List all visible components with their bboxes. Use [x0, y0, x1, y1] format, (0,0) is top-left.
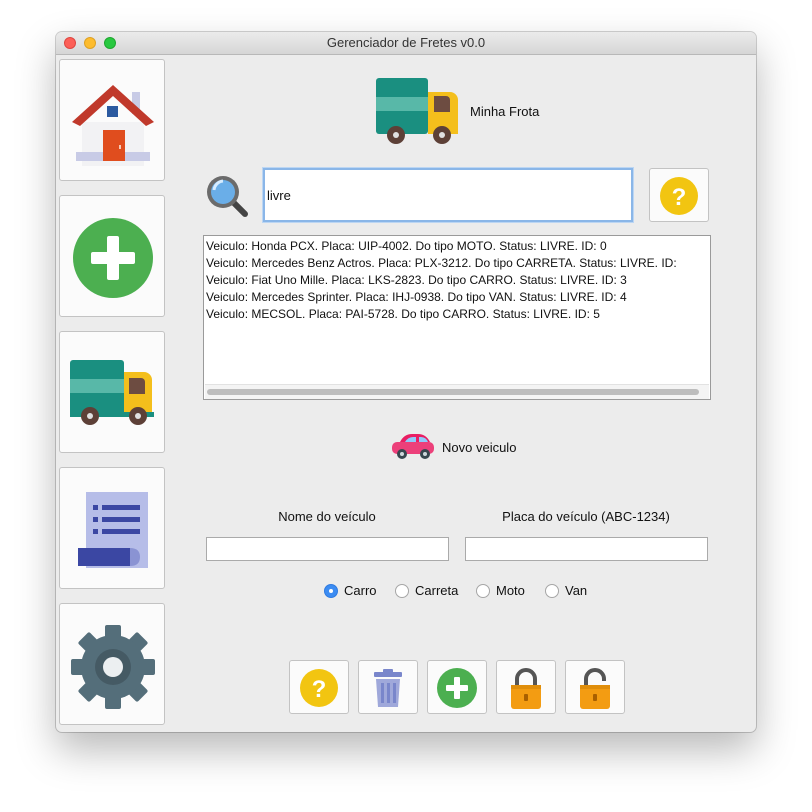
delete-button[interactable]: [358, 660, 418, 714]
radio-carro[interactable]: Carro: [324, 583, 377, 598]
vehicle-plate-label: Placa do veículo (ABC-1234): [502, 509, 670, 524]
truck-icon: [70, 360, 154, 425]
radio-van[interactable]: Van: [545, 583, 587, 598]
search-help-button[interactable]: ?: [649, 168, 709, 222]
sidebar-item-home[interactable]: [59, 59, 165, 181]
search-input[interactable]: [263, 168, 633, 222]
horizontal-scrollbar[interactable]: [205, 384, 709, 399]
vehicle-name-field[interactable]: [206, 537, 449, 561]
help-icon: ?: [660, 177, 698, 215]
plus-circle-icon: [437, 668, 477, 708]
plus-circle-icon: [73, 218, 153, 298]
svg-text:?: ?: [312, 676, 327, 703]
radio-moto[interactable]: Moto: [476, 583, 525, 598]
title-bar: Gerenciador de Fretes v0.0: [56, 32, 756, 55]
lock-button[interactable]: [496, 660, 556, 714]
sidebar-item-reports[interactable]: [59, 467, 165, 589]
magnifier-icon: [207, 176, 248, 217]
results-rows: Veiculo: Honda PCX. Placa: UIP-4002. Do …: [204, 236, 710, 323]
radio-carreta-dot[interactable]: [395, 583, 409, 598]
radio-moto-label: Moto: [496, 583, 525, 598]
list-item[interactable]: Veiculo: MECSOL. Placa: PAI-5728. Do tip…: [204, 306, 710, 323]
car-icon: [392, 434, 434, 459]
fleet-title: Minha Frota: [470, 104, 540, 119]
lock-closed-icon: [511, 668, 541, 709]
sidebar-item-fleet[interactable]: [59, 331, 165, 453]
lock-open-icon: [580, 668, 610, 709]
window-title: Gerenciador de Fretes v0.0: [326, 35, 486, 50]
list-item[interactable]: Veiculo: Honda PCX. Placa: UIP-4002. Do …: [204, 238, 710, 255]
vehicle-name-label: Nome do veículo: [278, 509, 376, 524]
sidebar-item-add[interactable]: [59, 195, 165, 317]
help-icon: ?: [300, 669, 338, 707]
radio-van-dot[interactable]: [545, 583, 559, 598]
list-item[interactable]: Veiculo: Fiat Uno Mille. Placa: LKS-2823…: [204, 272, 710, 289]
list-item[interactable]: Veiculo: Mercedes Sprinter. Placa: IHJ-0…: [204, 289, 710, 306]
radio-moto-dot[interactable]: [476, 583, 490, 598]
list-item[interactable]: Veiculo: Mercedes Benz Actros. Placa: PL…: [204, 255, 710, 272]
radio-carro-dot[interactable]: [324, 583, 338, 598]
help-button[interactable]: ?: [289, 660, 349, 714]
app-window: Gerenciador de Fretes v0.0 Minha Frota l…: [56, 32, 756, 732]
vehicle-type-group: Carro Carreta Moto Van: [324, 583, 624, 603]
document-icon: [78, 492, 148, 568]
radio-van-label: Van: [565, 583, 588, 598]
sidebar-item-settings[interactable]: [59, 603, 165, 725]
radio-carreta-label: Carreta: [415, 583, 459, 598]
svg-text:?: ?: [672, 184, 687, 211]
scrollbar-thumb[interactable]: [207, 389, 699, 395]
truck-icon: [376, 78, 458, 144]
unlock-button[interactable]: [565, 660, 625, 714]
results-list[interactable]: Veiculo: Honda PCX. Placa: UIP-4002. Do …: [203, 235, 711, 400]
radio-carro-label: Carro: [344, 583, 377, 598]
vehicle-plate-field[interactable]: [465, 537, 708, 561]
house-icon: [72, 85, 154, 166]
radio-carreta[interactable]: Carreta: [395, 583, 458, 598]
add-vehicle-button[interactable]: [427, 660, 487, 714]
trash-icon: [374, 669, 402, 707]
gear-icon: [71, 625, 155, 709]
new-vehicle-title: Novo veiculo: [442, 440, 517, 455]
